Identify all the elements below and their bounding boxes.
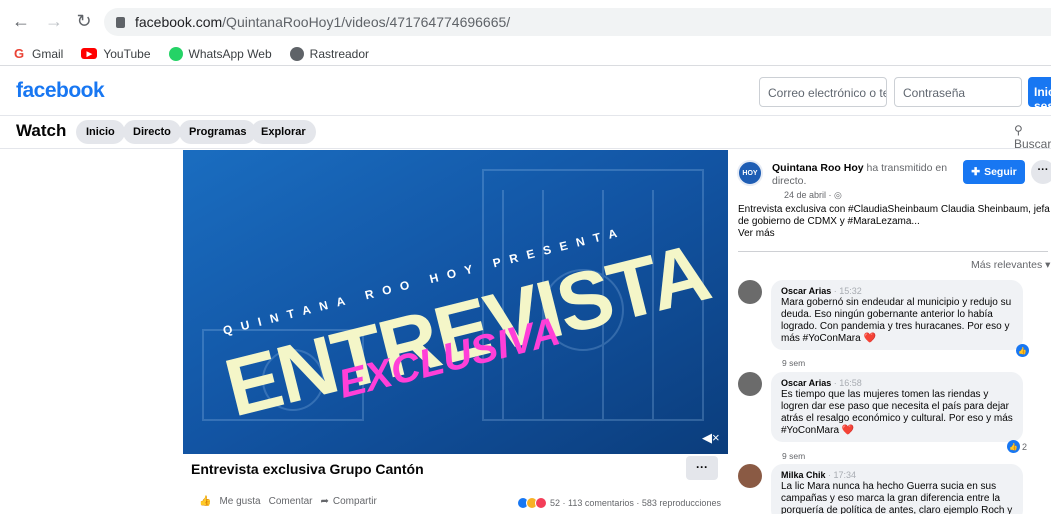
mute-icon[interactable]: ◀× [702,430,720,446]
bookmark-whatsapp[interactable]: WhatsApp Web [168,46,272,61]
video-title: Entrevista exclusiva Grupo Cantón [191,461,424,477]
follow-button[interactable]: ✚ Seguir [963,160,1025,184]
more-options-button[interactable]: ··· [686,456,718,480]
like-badge-icon: 👍 [1007,440,1020,453]
gmail-icon: G [12,46,26,61]
comment-time: · 16:58 [833,378,862,388]
bookmark-gmail[interactable]: G Gmail [12,46,64,61]
video-frame: QUINTANA ROO HOY PRESENTA ENTREVISTA EXC… [183,150,728,454]
avatar[interactable] [738,372,762,396]
reload-icon[interactable]: ↻ [73,10,95,32]
tab-directo[interactable]: Directo [123,120,181,144]
watch-nav: Watch Inicio Directo Programas Explorar … [0,116,1051,151]
comment-bubble: Oscar Arias · 15:32 Mara gobernó sin end… [771,280,1023,350]
bookmark-label: YouTube [103,46,151,61]
video-player[interactable]: QUINTANA ROO HOY PRESENTA ENTREVISTA EXC… [183,150,728,454]
url-host: facebook.com [135,14,223,30]
post-sidebar: HOY Quintana Roo Hoy ha transmitido en d… [729,150,1051,514]
forward-arrow-icon[interactable]: → [43,10,65,32]
follow-icon: ✚ [971,166,981,178]
post-date-text[interactable]: 24 de abril · [784,190,834,200]
tab-inicio[interactable]: Inicio [76,120,125,144]
email-field[interactable]: Correo electrónico o teléfono [759,77,887,107]
watch-search[interactable]: ⚲ Buscar [1014,123,1051,151]
comment-button[interactable]: Comentar [269,496,313,507]
like-icon[interactable]: 👍 [199,496,211,507]
bookmarks-bar: G Gmail ▶ YouTube WhatsApp Web Rastreado… [0,42,1051,66]
back-arrow-icon[interactable]: ← [10,10,32,32]
comment-age[interactable]: 9 sem [782,358,805,368]
post-more-button[interactable]: ··· [1031,160,1051,184]
like-count[interactable]: 2 [1022,442,1027,452]
video-stats: 52 · 113 comentarios · 583 reproduccione… [517,497,721,509]
tab-programas[interactable]: Programas [179,120,257,144]
comment-bubble: Oscar Arias · 16:58 Es tiempo que las mu… [771,372,1023,442]
lock-icon [116,16,125,28]
globe-icon: ◎ [834,190,842,200]
post-body: Entrevista exclusiva con #ClaudiaSheinba… [738,204,1050,227]
url-path: /QuintanaRooHoy1/videos/471764774696665/ [222,14,511,30]
see-more-link[interactable]: Ver más [738,228,775,239]
address-bar[interactable]: facebook.com/QuintanaRooHoy1/videos/4717… [104,8,1051,36]
comment-text: Es tiempo que las mujeres tomen las rien… [781,389,1013,436]
like-button[interactable]: Me gusta [219,496,260,507]
divider [738,251,1048,252]
video-actions: 👍 Me gusta Comentar ➦ Compartir [199,496,385,507]
bookmark-label: WhatsApp Web [188,46,272,61]
reactions-count[interactable]: 52 [550,498,560,508]
comment-author[interactable]: Milka Chik [781,470,826,480]
comment-author[interactable]: Oscar Arias [781,378,831,388]
browser-toolbar: ← → ↻ facebook.com/QuintanaRooHoy1/video… [0,0,1051,42]
love-reaction-icon [535,497,547,509]
bookmark-rastreador[interactable]: Rastreador [289,46,370,61]
follow-label: Seguir [984,166,1017,178]
facebook-header: facebook Correo electrónico o teléfono C… [0,67,1051,116]
whatsapp-icon [168,46,183,61]
share-icon[interactable]: ➦ [321,496,329,507]
bookmark-label: Gmail [32,46,64,61]
comment-age[interactable]: 9 sem [782,451,805,461]
bookmark-label: Rastreador [309,46,370,61]
facebook-logo[interactable]: facebook [16,79,105,103]
like-badge-icon: 👍 [1016,344,1029,357]
comment-bubble: Milka Chik · 17:34 La lic Mara nunca ha … [771,464,1023,514]
youtube-icon: ▶ [81,48,98,59]
page-avatar[interactable]: HOY [737,160,763,186]
password-field[interactable]: Contraseña [894,77,1022,107]
avatar[interactable] [738,464,762,488]
bookmark-youtube[interactable]: ▶ YouTube [81,46,151,61]
search-icon: ⚲ [1014,123,1023,137]
globe-icon [289,46,304,61]
sort-comments-dropdown[interactable]: Más relevantes ▾ [971,259,1050,271]
login-button[interactable]: Iniciar sesión [1028,77,1051,113]
watch-title: Watch [16,121,67,140]
avatar[interactable] [738,280,762,304]
page-name[interactable]: Quintana Roo Hoy [772,162,864,174]
post-header: Quintana Roo Hoy ha transmitido en direc… [772,162,950,188]
tab-explorar[interactable]: Explorar [251,120,316,144]
post-text: Entrevista exclusiva con #ClaudiaSheinba… [738,204,1050,240]
comment-time: · 17:34 [828,470,857,480]
stats-text: · 113 comentarios · 583 reproducciones [562,498,721,508]
comment-author[interactable]: Oscar Arias [781,286,831,296]
search-label: Buscar [1014,137,1051,151]
comment-text: Mara gobernó sin endeudar al municipio y… [781,297,1012,344]
comment-text: La lic Mara nunca ha hecho Guerra sucia … [781,481,1013,514]
post-date: 24 de abril · ◎ [784,190,842,201]
share-button[interactable]: Compartir [333,496,377,507]
comment-time: · 15:32 [833,286,862,296]
